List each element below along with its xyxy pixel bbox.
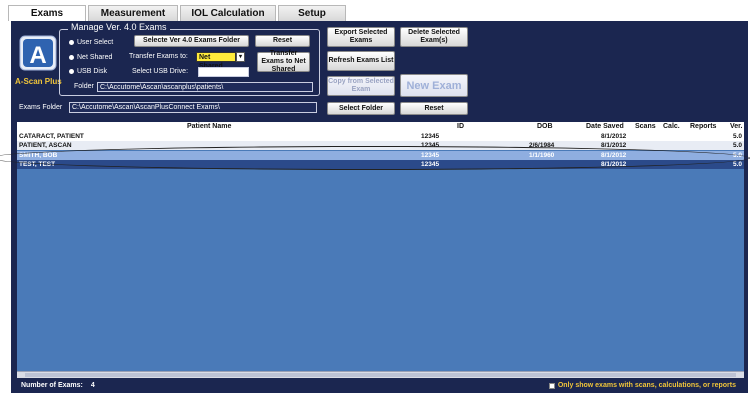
cell-ver: 5.0 <box>733 161 743 168</box>
radio-net-shared-label: Net Shared <box>77 54 113 61</box>
exams-folder-field[interactable]: C:\Accutome\Ascan\AscanPlusConnect Exams… <box>69 102 317 113</box>
table-row-selected[interactable]: SMITH, BOB 12345 1/1/1960 8/1/2012 5.0 <box>17 151 744 160</box>
cell-name: PATIENT, ASCAN <box>19 142 72 149</box>
tab-setup[interactable]: Setup <box>278 5 346 21</box>
table-row[interactable]: TEST, TEST 12345 8/1/2012 5.0 <box>17 160 744 169</box>
svg-text:A: A <box>29 42 46 69</box>
manage-folder-field[interactable]: C:\Accutome\Ascan\ascanplus\patients\ <box>97 82 313 92</box>
scrollbar-thumb[interactable] <box>25 373 736 377</box>
col-patient-name[interactable]: Patient Name <box>187 123 231 130</box>
refresh-exams-list-button[interactable]: Refresh Exams List <box>327 51 395 71</box>
tab-measurement[interactable]: Measurement <box>88 5 178 21</box>
radio-user-select[interactable]: User Select <box>69 39 113 46</box>
logo-label: A-Scan Plus <box>15 77 62 86</box>
filter-checkbox[interactable]: Only show exams with scans, calculations… <box>548 382 736 389</box>
copy-from-selected-exam-button[interactable]: Copy from Selected Exam <box>327 76 395 96</box>
exams-folder-reset-button[interactable]: Reset <box>400 102 468 115</box>
select-folder-button[interactable]: Select Folder <box>327 102 395 115</box>
radio-net-shared[interactable]: Net Shared <box>69 54 112 61</box>
cell-name: SMITH, BOB <box>19 152 58 159</box>
chevron-down-icon[interactable]: ▾ <box>236 52 245 62</box>
cell-ver: 5.0 <box>733 142 743 149</box>
new-exam-button[interactable]: New Exam <box>400 74 468 97</box>
a-scan-plus-logo-icon: A <box>19 35 57 71</box>
col-ver[interactable]: Ver. <box>730 123 742 130</box>
tab-exams[interactable]: Exams <box>8 5 86 21</box>
horizontal-scrollbar[interactable] <box>17 371 744 378</box>
table-row[interactable]: PATIENT, ASCAN 12345 2/6/1984 8/1/2012 5… <box>17 141 744 150</box>
select-exams-folder-button[interactable]: Selecte Ver 4.0 Exams Folder <box>134 35 249 47</box>
exams-panel: A A-Scan Plus Manage Ver. 4.0 Exams User… <box>11 21 748 393</box>
cell-ver: 5.0 <box>733 152 743 159</box>
filter-checkbox-label: Only show exams with scans, calculations… <box>557 382 736 389</box>
manage-exams-title: Manage Ver. 4.0 Exams <box>68 22 170 32</box>
radio-dot-icon <box>69 55 74 60</box>
cell-name: CATARACT, PATIENT <box>19 133 84 140</box>
cell-date: 8/1/2012 <box>601 133 627 140</box>
radio-dot-icon <box>69 40 74 45</box>
transfer-label: Transfer Exams to: <box>129 53 188 60</box>
folder-label: Folder <box>74 83 94 90</box>
exams-table: Patient Name ID DOB Date Saved Scans Cal… <box>17 122 744 378</box>
transfer-exams-button[interactable]: Transfer Exams to Net Shared <box>257 50 310 73</box>
cell-dob: 2/6/1984 <box>529 142 555 149</box>
col-calc[interactable]: Calc. <box>663 123 680 130</box>
cell-id: 12345 <box>421 142 440 149</box>
exam-count-label: Number of Exams: <box>21 382 83 389</box>
table-row[interactable]: CATARACT, PATIENT 12345 8/1/2012 5.0 <box>17 132 744 141</box>
radio-usb-disk[interactable]: USB Disk <box>69 68 107 75</box>
cell-id: 12345 <box>421 152 440 159</box>
checkbox-icon[interactable] <box>548 382 555 389</box>
cell-date: 8/1/2012 <box>601 161 627 168</box>
cell-date: 8/1/2012 <box>601 152 627 159</box>
usb-drive-field[interactable] <box>198 67 249 77</box>
exam-count-value: 4 <box>90 382 95 389</box>
exams-folder-label: Exams Folder <box>19 104 63 111</box>
cell-dob: 1/1/1960 <box>529 152 555 159</box>
transfer-select[interactable]: Net Shared ▾ <box>196 52 245 70</box>
col-reports[interactable]: Reports <box>690 123 716 130</box>
radio-dot-icon <box>69 69 74 74</box>
usb-drive-label: Select USB Drive: <box>132 68 189 75</box>
delete-selected-exams-button[interactable]: Delete Selected Exam(s) <box>400 27 468 47</box>
cell-id: 12345 <box>421 133 440 140</box>
export-selected-exams-button[interactable]: Export Selected Exams <box>327 27 395 47</box>
tab-iol-calculation[interactable]: IOL Calculation <box>180 5 276 21</box>
col-dob[interactable]: DOB <box>537 123 553 130</box>
cell-name: TEST, TEST <box>19 161 56 168</box>
col-date-saved[interactable]: Date Saved <box>586 123 624 130</box>
exam-count: Number of Exams: 4 <box>21 382 95 389</box>
tab-bar: Exams Measurement IOL Calculation Setup <box>8 5 346 21</box>
col-id[interactable]: ID <box>457 123 464 130</box>
col-scans[interactable]: Scans <box>635 123 656 130</box>
table-header: Patient Name ID DOB Date Saved Scans Cal… <box>17 122 744 132</box>
cell-id: 12345 <box>421 161 440 168</box>
cell-ver: 5.0 <box>733 133 743 140</box>
manage-reset-button[interactable]: Reset <box>255 35 310 47</box>
cell-date: 8/1/2012 <box>601 142 627 149</box>
radio-usb-disk-label: USB Disk <box>77 68 107 75</box>
radio-user-select-label: User Select <box>77 39 114 46</box>
